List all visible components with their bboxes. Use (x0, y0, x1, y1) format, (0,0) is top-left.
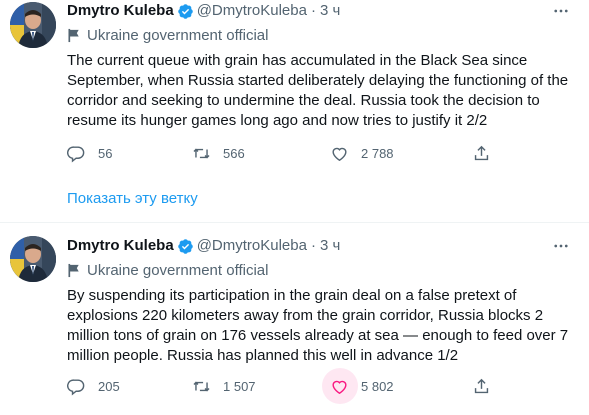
reply-button[interactable]: 56 (67, 143, 112, 163)
avatar[interactable] (10, 2, 56, 48)
retweet-button[interactable]: 566 (192, 143, 245, 163)
tweet[interactable]: Dmytro Kuleba @DmytroKuleba · 3 ч Ukrain… (0, 226, 589, 415)
separator-dot: · (310, 237, 316, 254)
tweet-header: Dmytro Kuleba @DmytroKuleba · 3 ч (67, 235, 579, 257)
more-icon[interactable] (549, 0, 573, 22)
retweet-icon (193, 148, 210, 158)
like-count: 5 802 (361, 378, 394, 394)
share-icon (474, 378, 489, 393)
share-button[interactable] (472, 376, 491, 396)
reply-count: 205 (98, 378, 120, 394)
retweet-count: 1 507 (223, 378, 256, 394)
reply-count: 56 (98, 145, 113, 161)
retweet-button[interactable]: 1 507 (192, 376, 256, 396)
reply-button[interactable]: 205 (67, 376, 120, 396)
like-icon (332, 380, 347, 394)
tweet-header: Dmytro Kuleba @DmytroKuleba · 3 ч (67, 0, 579, 22)
tweet-time[interactable]: 3 ч (320, 0, 340, 22)
tweet-time[interactable]: 3 ч (320, 235, 340, 257)
tweet-actions: 205 1 507 5 802 (67, 368, 589, 404)
share-button[interactable] (472, 143, 491, 163)
verified-badge-icon (177, 3, 193, 19)
affiliation: Ukraine government official (67, 259, 579, 281)
tweet-text: By suspending its participation in the g… (67, 287, 569, 364)
like-icon (332, 147, 347, 161)
like-button[interactable]: 5 802 (322, 368, 394, 404)
reply-icon (67, 145, 85, 162)
author-handle[interactable]: @DmytroKuleba (197, 0, 307, 22)
divider (0, 222, 589, 223)
tweet[interactable]: Dmytro Kuleba @DmytroKuleba · 3 ч Ukrain… (0, 0, 589, 172)
flag-icon (68, 28, 79, 42)
affiliation-label: Ukraine government official (87, 26, 269, 44)
share-icon (474, 145, 489, 160)
tweet-text: The current queue with grain has accumul… (67, 52, 569, 129)
like-count: 2 788 (361, 145, 394, 161)
flag-icon (68, 263, 79, 277)
author-name[interactable]: Dmytro Kuleba (67, 235, 174, 257)
verified-badge-icon (177, 238, 193, 254)
affiliation-label: Ukraine government official (87, 261, 269, 279)
like-button[interactable]: 2 788 (330, 143, 394, 163)
separator-dot: · (310, 2, 316, 19)
avatar[interactable] (10, 236, 56, 282)
retweet-icon (193, 381, 210, 391)
author-handle[interactable]: @DmytroKuleba (197, 235, 307, 257)
affiliation: Ukraine government official (67, 24, 579, 46)
tweet-actions: 56 566 2 788 (67, 143, 589, 163)
show-thread-link[interactable]: Показать эту ветку (67, 190, 198, 207)
more-icon[interactable] (549, 235, 573, 257)
author-name[interactable]: Dmytro Kuleba (67, 0, 174, 22)
retweet-count: 566 (223, 145, 245, 161)
reply-icon (67, 378, 85, 395)
